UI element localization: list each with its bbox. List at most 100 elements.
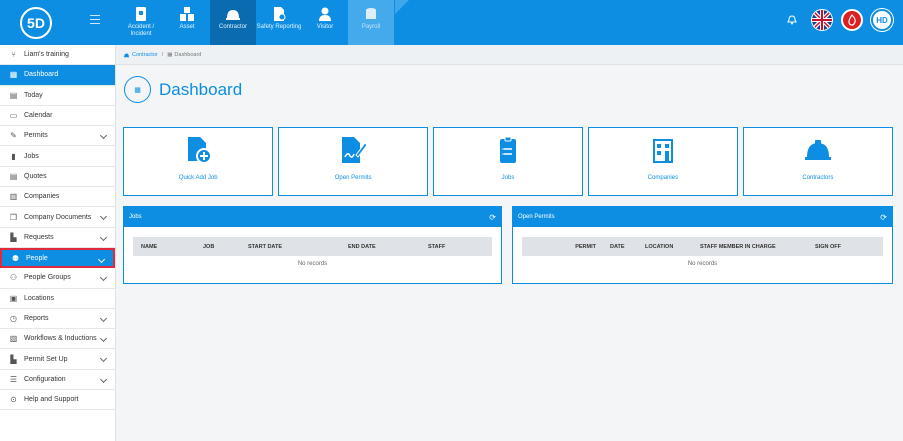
quotes-icon: ▤ <box>9 171 18 181</box>
column-header[interactable]: START DATE <box>240 244 340 250</box>
hardhat-icon <box>226 10 240 20</box>
tile-jobs[interactable]: Jobs <box>432 127 584 196</box>
column-header[interactable]: NAME <box>133 244 195 250</box>
column-header[interactable]: PERMIT <box>522 244 602 250</box>
sidebar-item-liam-s-training[interactable]: ⑂ Liam's training <box>0 45 115 66</box>
jobs-table-header: NAME JOB START DATE END DATE STAFF <box>133 237 492 256</box>
tile-label: Contractors <box>802 175 834 181</box>
chevron-down-icon[interactable] <box>97 255 106 264</box>
companies-icon: ▥ <box>9 192 18 202</box>
hardhat-icon <box>804 140 831 160</box>
sidebar-item-companies[interactable]: ▥ Companies <box>0 187 115 208</box>
column-header[interactable]: END DATE <box>340 244 420 250</box>
locations-icon: ▣ <box>9 293 18 303</box>
permit-setup-icon: ▙ <box>10 354 17 364</box>
open-permits-panel: Open Permits ⟳ PERMIT DATE LOCATION STAF… <box>512 206 893 284</box>
sidebar-item-label: Help and Support <box>24 396 79 404</box>
calendar-icon: ▭ <box>9 111 18 121</box>
tile-contractors[interactable]: Contractors <box>742 127 894 196</box>
tile-open-permits[interactable]: Open Permits <box>277 127 429 196</box>
chevron-down-icon[interactable] <box>99 274 108 282</box>
payroll-icon <box>366 8 376 19</box>
sidebar-item-permit-set-up[interactable]: ▙ Permit Set Up <box>0 349 115 370</box>
column-header[interactable]: LOCATION <box>637 244 692 250</box>
bell-icon[interactable] <box>781 9 803 31</box>
sidebar-item-help-and-support[interactable]: ⊙ Help and Support <box>0 390 115 411</box>
sidebar-item-label: Today <box>24 91 43 99</box>
sidebar-item-configuration[interactable]: ☰ Configuration <box>0 370 115 391</box>
sidebar-item-jobs[interactable]: ▮ Jobs <box>0 146 115 167</box>
tile-label: Open Permits <box>334 175 372 181</box>
sidebar-item-reports[interactable]: ◷ Reports <box>0 309 115 330</box>
help-icon: ⊙ <box>10 395 17 405</box>
breadcrumb: Contractor / ▦ Dashboard <box>116 45 903 65</box>
chevron-down-icon[interactable] <box>99 314 108 322</box>
people-groups-icon: ⚇ <box>9 273 18 283</box>
module-bar: Accident / Incident Asset Contractor Saf… <box>118 0 394 45</box>
sidebar-item-permits[interactable]: ✎ Permits <box>0 126 115 147</box>
sidebar-item-label: Calendar <box>24 112 53 120</box>
column-header[interactable]: DATE <box>602 244 637 250</box>
calendar-today-icon: ▤ <box>9 90 18 100</box>
sidebar-item-calendar[interactable]: ▭ Calendar <box>0 106 115 127</box>
tile-label: Companies <box>647 175 679 181</box>
chevron-down-icon[interactable] <box>99 375 108 383</box>
sidebar-item-today[interactable]: ▤ Today <box>0 86 115 106</box>
module-visitor[interactable]: Visitor <box>302 0 348 45</box>
column-header[interactable]: JOB <box>195 244 240 250</box>
module-label: Payroll <box>361 24 381 30</box>
sidebar-item-label: Workflows & Inductions <box>24 335 97 343</box>
chevron-down-icon[interactable] <box>99 213 108 221</box>
column-header[interactable]: STAFF MEMBER IN CHARGE <box>692 244 807 250</box>
avatar[interactable]: HD <box>870 8 894 32</box>
chevron-down-icon[interactable] <box>99 355 108 363</box>
sidebar-item-locations[interactable]: ▣ Locations <box>0 289 115 309</box>
menu-icon[interactable] <box>90 15 100 27</box>
jobs-panel-header: Jobs ⟳ <box>124 207 501 227</box>
sidebar-item-label: Liam's training <box>24 51 69 59</box>
sidebar-item-workflows-inductions[interactable]: ▧ Workflows & Inductions <box>0 329 115 350</box>
uk-flag-icon[interactable] <box>811 9 833 31</box>
module-label: Asset <box>179 24 195 30</box>
dashboard-icon: ▦ <box>167 51 173 58</box>
module-accident[interactable]: Accident / Incident <box>118 0 164 45</box>
permit-icon: ✎ <box>10 131 17 141</box>
refresh-icon[interactable]: ⟳ <box>880 213 887 222</box>
dashboard-icon: ▦ <box>9 70 18 80</box>
configuration-icon: ☰ <box>9 374 18 384</box>
sidebar-item-label: People Groups <box>24 274 71 282</box>
column-header[interactable]: SIGN OFF <box>807 244 867 250</box>
breadcrumb-contractor[interactable]: Contractor <box>132 52 158 58</box>
clipboard-list-icon <box>500 136 517 163</box>
jobs-panel-title: Jobs <box>129 214 142 220</box>
fire-icon[interactable] <box>841 9 863 31</box>
sidebar-item-quotes[interactable]: ▤ Quotes <box>0 167 115 188</box>
sidebar-item-company-documents[interactable]: ❐ Company Documents <box>0 207 115 228</box>
visitor-icon <box>319 7 331 21</box>
sidebar-item-people-groups[interactable]: ⚇ People Groups <box>0 268 115 289</box>
hardhat-icon <box>123 53 130 57</box>
module-contractor[interactable]: Contractor <box>210 0 256 45</box>
chevron-down-icon[interactable] <box>99 233 108 241</box>
sidebar-item-label: Requests <box>24 233 54 241</box>
column-header[interactable]: STAFF <box>420 244 480 250</box>
permits-empty-message: No records <box>687 261 718 267</box>
tile-quick-add-job[interactable]: Quick Add Job <box>123 127 274 196</box>
sidebar-item-people[interactable]: ⚉ People <box>0 247 115 269</box>
chevron-down-icon[interactable] <box>99 132 108 140</box>
sidebar-item-label: Permits <box>24 132 48 140</box>
breadcrumb-separator: / <box>161 51 164 58</box>
module-payroll[interactable]: Payroll <box>348 0 394 45</box>
chevron-down-icon[interactable] <box>99 335 108 343</box>
sidebar-item-label: Jobs <box>24 152 39 160</box>
refresh-icon[interactable]: ⟳ <box>489 213 496 222</box>
dashboard-icon: ▦ <box>124 76 151 103</box>
sidebar-item-requests[interactable]: ▙ Requests <box>0 228 115 248</box>
tile-companies[interactable]: Companies <box>587 127 739 196</box>
module-label: Visitor <box>316 24 334 30</box>
module-safety-reporting[interactable]: Safety Reporting <box>256 0 302 45</box>
sidebar-item-dashboard[interactable]: ▦ Dashboard <box>0 65 115 86</box>
module-asset[interactable]: Asset <box>164 0 210 45</box>
sidebar-item-label: Configuration <box>24 375 66 383</box>
building-icon <box>652 139 673 163</box>
